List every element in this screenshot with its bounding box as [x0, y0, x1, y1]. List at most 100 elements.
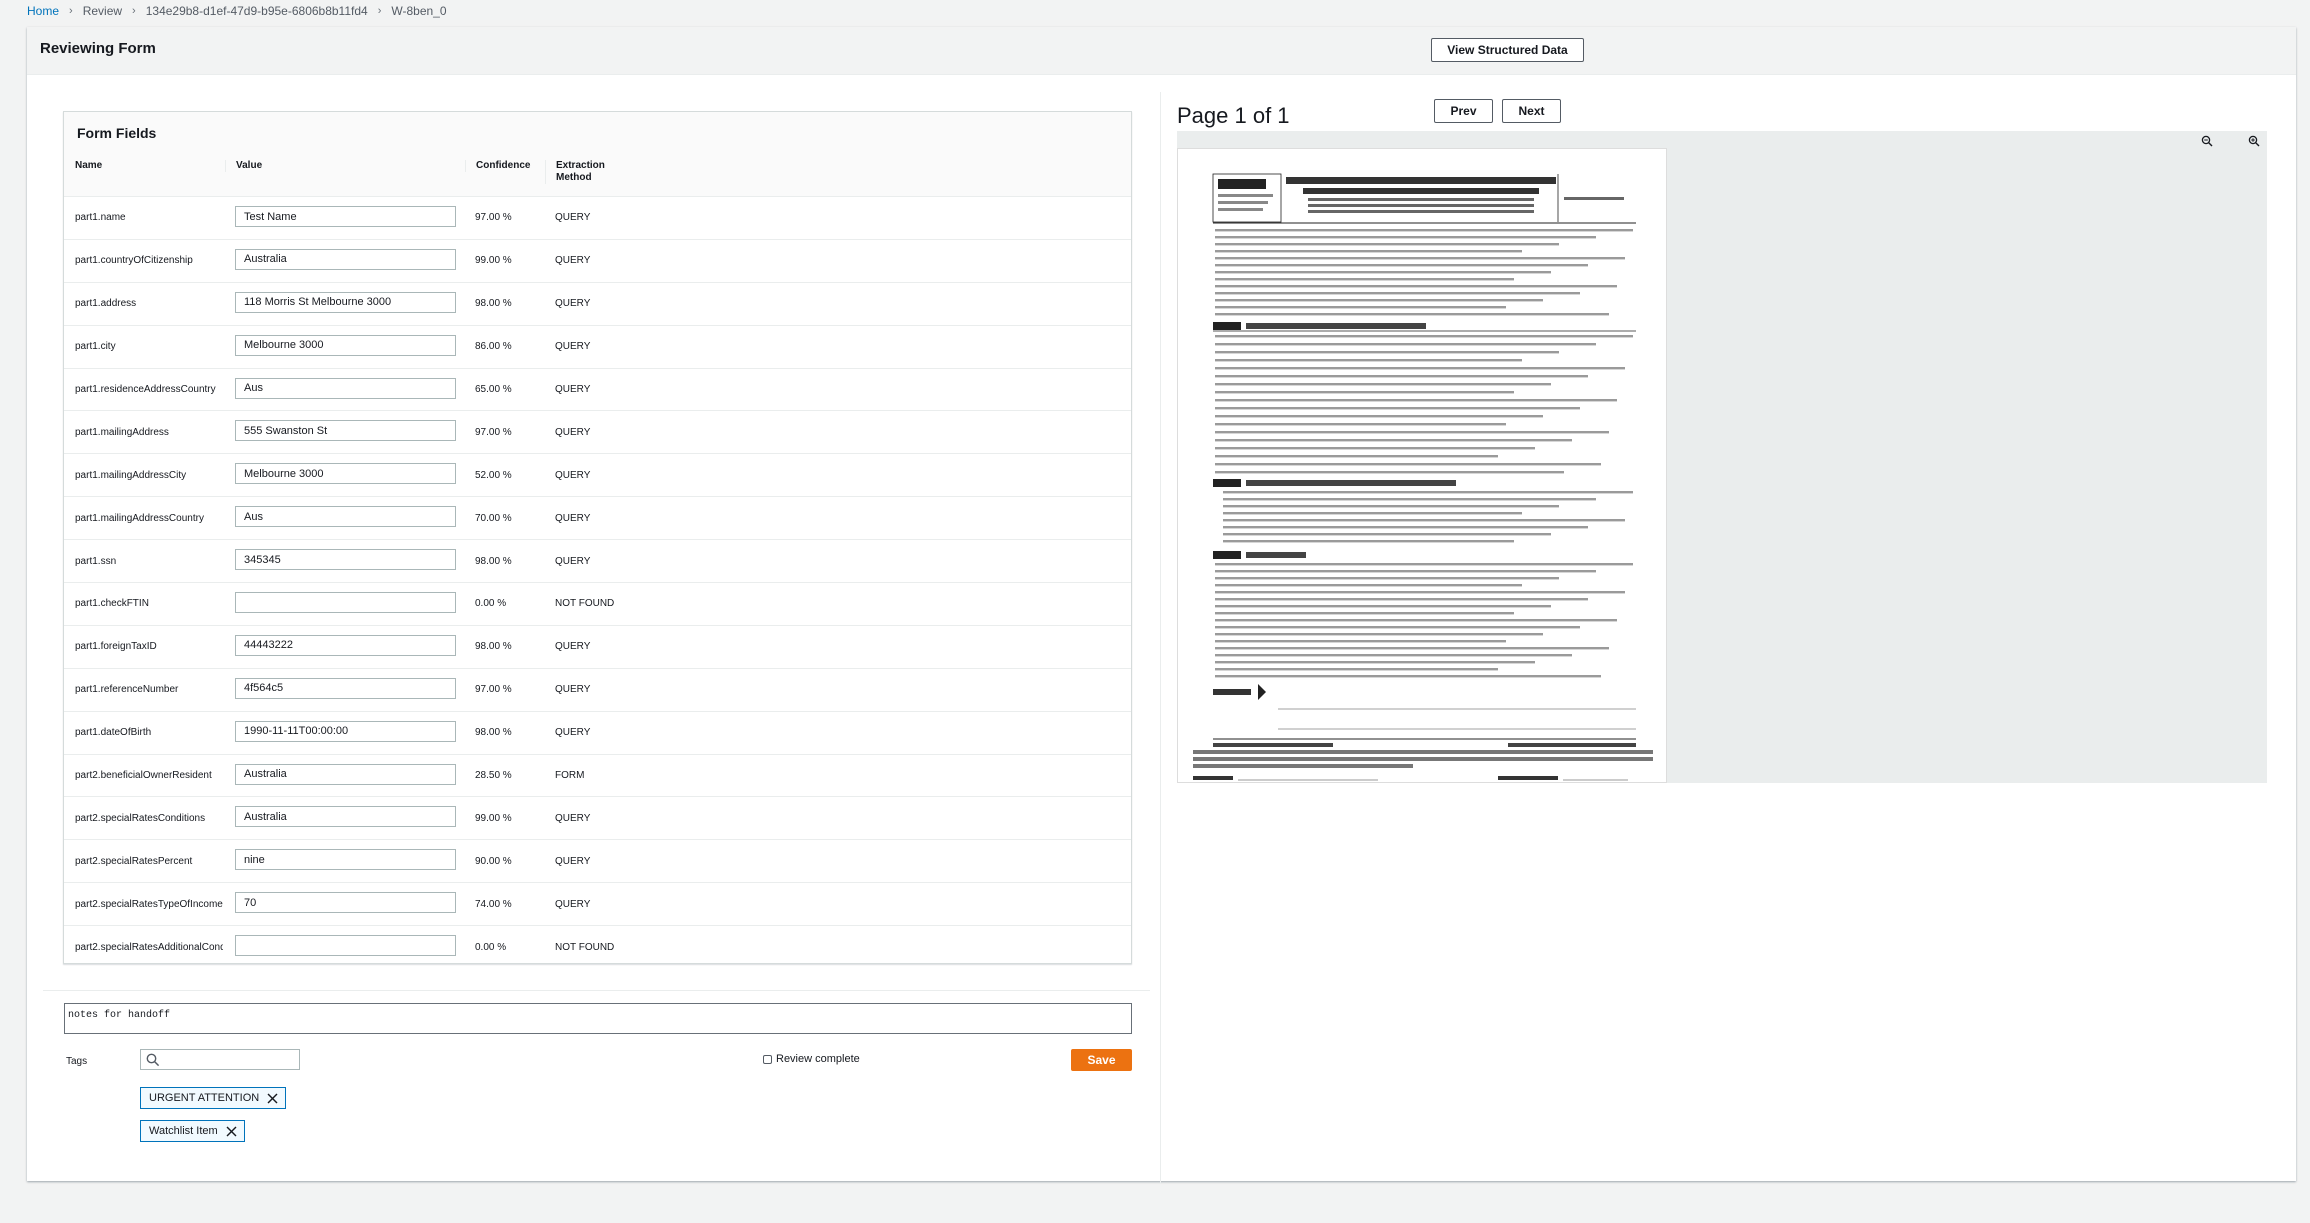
- field-extraction-method: QUERY: [555, 641, 591, 653]
- field-confidence: 86.00 %: [475, 341, 512, 353]
- field-value-input[interactable]: Melbourne 3000: [235, 334, 456, 356]
- view-structured-data-button[interactable]: View Structured Data: [1431, 38, 1584, 62]
- next-page-button[interactable]: Next: [1502, 99, 1561, 123]
- panel-header: Reviewing Form View Structured Data: [27, 27, 2296, 75]
- table-row: part2.specialRatesAdditionalConditio 0.00…: [64, 926, 1131, 969]
- field-confidence: 98.00 %: [475, 641, 512, 653]
- field-name: part1.mailingAddressCountry: [75, 512, 204, 524]
- field-extraction-method: QUERY: [555, 898, 591, 910]
- document-viewer[interactable]: [1177, 131, 2267, 783]
- field-name: part2.beneficialOwnerResident: [75, 770, 212, 782]
- field-confidence: 70.00 %: [475, 512, 512, 524]
- tag-token: URGENT ATTENTION: [140, 1087, 287, 1109]
- field-extraction-method: QUERY: [555, 684, 591, 696]
- field-value-input[interactable]: 118 Morris St Melbourne 3000: [235, 291, 456, 313]
- close-icon[interactable]: [267, 1093, 278, 1104]
- table-row: part1.checkFTIN 0.00 % NOT FOUND: [64, 583, 1131, 626]
- field-name: part1.address: [75, 298, 137, 310]
- field-value-input[interactable]: Melbourne 3000: [235, 463, 456, 485]
- prev-page-button[interactable]: Prev: [1434, 99, 1493, 123]
- breadcrumb-id: 134e29b8-d1ef-47d9-b95e-6806b8b11fd4: [145, 4, 368, 18]
- field-value-input[interactable]: 44443222: [235, 634, 456, 656]
- field-name: part1.dateOfBirth: [75, 727, 152, 739]
- field-confidence: 97.00 %: [475, 426, 512, 438]
- field-name: part1.city: [75, 341, 116, 353]
- field-value-input[interactable]: [235, 935, 456, 957]
- save-button[interactable]: Save: [1071, 1049, 1132, 1071]
- field-value-input[interactable]: Australia: [235, 806, 456, 828]
- field-confidence: 98.00 %: [475, 298, 512, 310]
- field-name: part1.mailingAddress: [75, 426, 169, 438]
- field-value-input[interactable]: 555 Swanston St: [235, 420, 456, 442]
- table-row: part1.ssn 345345 98.00 % QUERY: [64, 540, 1131, 584]
- tag-label: URGENT ATTENTION: [149, 1092, 260, 1104]
- review-complete-checkbox[interactable]: Review complete: [763, 1053, 860, 1065]
- field-extraction-method: QUERY: [555, 298, 591, 310]
- table-row: part1.address 118 Morris St Melbourne 300…: [64, 283, 1131, 326]
- form-fields-rows: part1.name Test Name 97.00 % QUERY part1.cou…: [64, 197, 1131, 969]
- field-value-input[interactable]: Aus: [235, 377, 456, 399]
- column-header-value: Value: [225, 160, 465, 172]
- field-name: part1.ssn: [75, 555, 117, 567]
- field-value-input[interactable]: 1990-11-11T00:00:00: [235, 720, 456, 742]
- field-extraction-method: QUERY: [555, 341, 591, 353]
- table-row: part1.name Test Name 97.00 % QUERY: [64, 197, 1131, 240]
- table-row: part1.countryOfCitizenship Australia 99.00…: [64, 240, 1131, 283]
- field-confidence: 98.00 %: [475, 555, 512, 567]
- table-row: part1.mailingAddress 555 Swanston St 97.00…: [64, 411, 1131, 455]
- field-value-input[interactable]: Test Name: [235, 206, 456, 227]
- zoom-in-icon[interactable]: [2248, 135, 2260, 147]
- field-value-input[interactable]: nine: [235, 849, 456, 871]
- field-confidence: 0.00 %: [475, 598, 507, 610]
- field-confidence: 99.00 %: [475, 255, 512, 267]
- zoom-out-icon[interactable]: [2201, 135, 2213, 147]
- field-name: part2.specialRatesAdditionalConditio: [75, 942, 223, 954]
- tag-search-input[interactable]: [140, 1049, 300, 1070]
- field-extraction-method: QUERY: [555, 555, 591, 567]
- field-value-input[interactable]: 70: [235, 892, 456, 914]
- field-name: part1.checkFTIN: [75, 598, 149, 610]
- table-row: part1.mailingAddressCity Melbourne 3000 52…: [64, 454, 1131, 498]
- table-row: part1.referenceNumber 4f564c5 97.00 % QUERY: [64, 669, 1131, 712]
- table-row: part2.specialRatesTypeOfIncome 70 74.00 % Q…: [64, 883, 1131, 927]
- form-fields-table: Form Fields Name Value Confidence Extrac…: [63, 111, 1132, 964]
- field-value-input[interactable]: Australia: [235, 248, 456, 270]
- close-icon[interactable]: [226, 1126, 237, 1137]
- field-name: part1.foreignTaxID: [75, 641, 157, 653]
- section-divider: [43, 990, 1150, 991]
- search-icon: [146, 1053, 160, 1067]
- field-extraction-method: QUERY: [555, 384, 591, 395]
- page-title: Reviewing Form: [40, 40, 156, 57]
- field-extraction-method: QUERY: [555, 812, 591, 824]
- field-extraction-method: FORM: [555, 770, 585, 782]
- form-fields-header: Form Fields Name Value Confidence Extrac…: [64, 112, 1131, 197]
- field-confidence: 65.00 %: [475, 384, 512, 395]
- field-extraction-method: QUERY: [555, 255, 591, 267]
- field-name: part1.referenceNumber: [75, 684, 179, 696]
- field-value-input[interactable]: Aus: [235, 506, 456, 528]
- column-header-method: Extraction Method: [545, 160, 625, 184]
- chevron-right-icon: ›: [377, 5, 382, 17]
- breadcrumb-home-link[interactable]: Home: [27, 4, 59, 18]
- field-extraction-method: NOT FOUND: [555, 598, 615, 610]
- field-value-input[interactable]: [235, 592, 456, 614]
- chevron-right-icon: ›: [69, 5, 73, 17]
- field-confidence: 97.00 %: [475, 212, 512, 224]
- checkbox-box[interactable]: [763, 1054, 772, 1064]
- field-value-input[interactable]: 345345: [235, 549, 456, 571]
- table-row: part1.residenceAddressCountry Aus 65.00 % Q…: [64, 369, 1131, 412]
- field-extraction-method: QUERY: [555, 855, 591, 867]
- column-header-confidence: Confidence: [465, 160, 545, 172]
- notes-textarea[interactable]: notes for handoff: [64, 1003, 1132, 1034]
- table-row: part1.city Melbourne 3000 86.00 % QUERY: [64, 326, 1131, 369]
- table-row: part1.foreignTaxID 44443222 98.00 % QUERY: [64, 626, 1131, 669]
- w8ben-form-scan: [1178, 149, 1666, 782]
- page-info: Page 1 of 1: [1177, 103, 1290, 128]
- field-confidence: 97.00 %: [475, 684, 512, 696]
- field-confidence: 98.00 %: [475, 727, 512, 739]
- field-confidence: 0.00 %: [475, 942, 507, 954]
- field-extraction-method: QUERY: [555, 727, 591, 739]
- table-row: part1.mailingAddressCountry Aus 70.00 % QUE…: [64, 497, 1131, 541]
- field-value-input[interactable]: Australia: [235, 763, 456, 785]
- field-value-input[interactable]: 4f564c5: [235, 677, 456, 699]
